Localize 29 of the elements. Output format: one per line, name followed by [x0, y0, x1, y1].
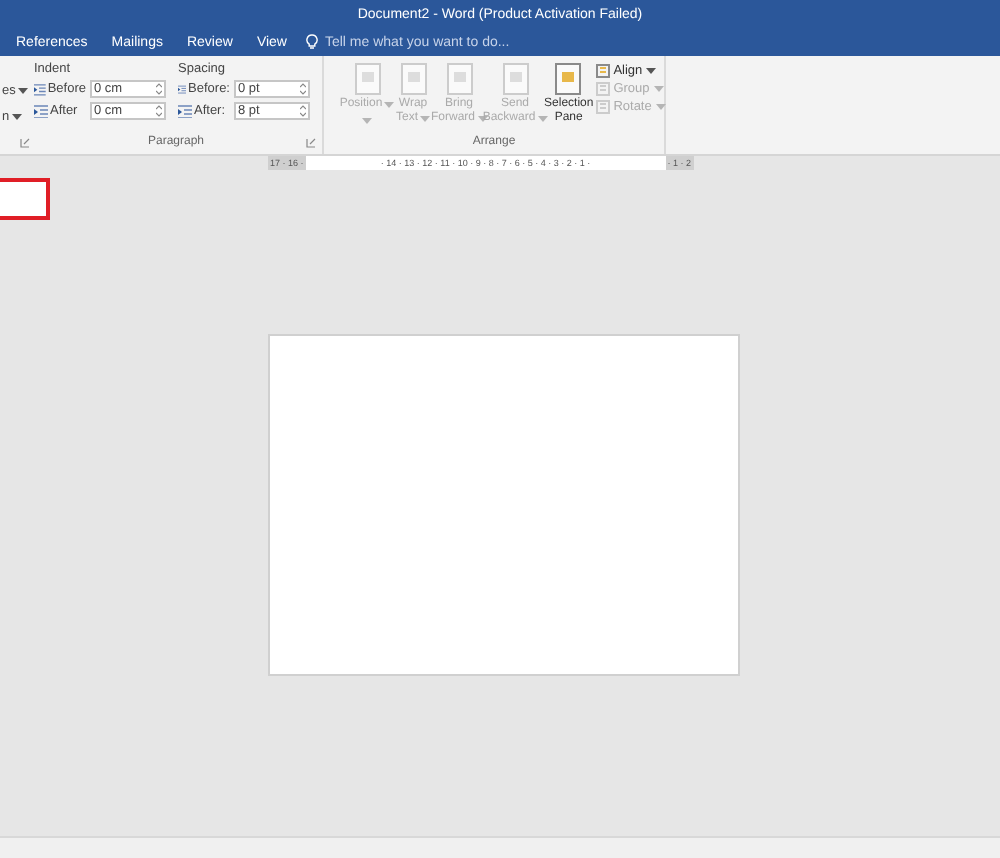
page-layout-icon: [443, 62, 476, 98]
caret-icon: [655, 104, 666, 110]
spacing-icon: [178, 104, 192, 118]
page-layout-icon: [351, 62, 383, 98]
dialog-launcher-icon[interactable]: [306, 138, 316, 148]
caret-icon: [537, 116, 548, 122]
dialog-launcher-icon[interactable]: [20, 138, 30, 148]
spacing-icon: [178, 82, 187, 96]
caret-icon: [646, 68, 657, 74]
spin-arrows-icon[interactable]: [300, 104, 306, 118]
caret-icon: [17, 88, 28, 94]
selection-frame: [0, 178, 50, 220]
spin-arrows-icon[interactable]: [156, 82, 162, 96]
spin-arrows-icon[interactable]: [156, 104, 162, 118]
page-layout-icon: [552, 62, 585, 98]
page-layout-icon: [499, 62, 532, 98]
caret-icon: [384, 102, 395, 108]
align-lines-icon: [595, 82, 610, 96]
indent-icon: [34, 82, 46, 96]
caret-icon: [420, 116, 431, 122]
caret-icon: [362, 118, 372, 124]
caret-icon: [11, 114, 22, 120]
align-lines-icon: [595, 100, 610, 114]
caret-icon: [653, 86, 664, 92]
align-lines-icon: [595, 64, 610, 78]
lightbulb-icon: [306, 34, 319, 50]
spin-arrows-icon[interactable]: [300, 82, 306, 96]
indent-icon: [34, 104, 48, 118]
page-layout-icon: [397, 62, 429, 98]
